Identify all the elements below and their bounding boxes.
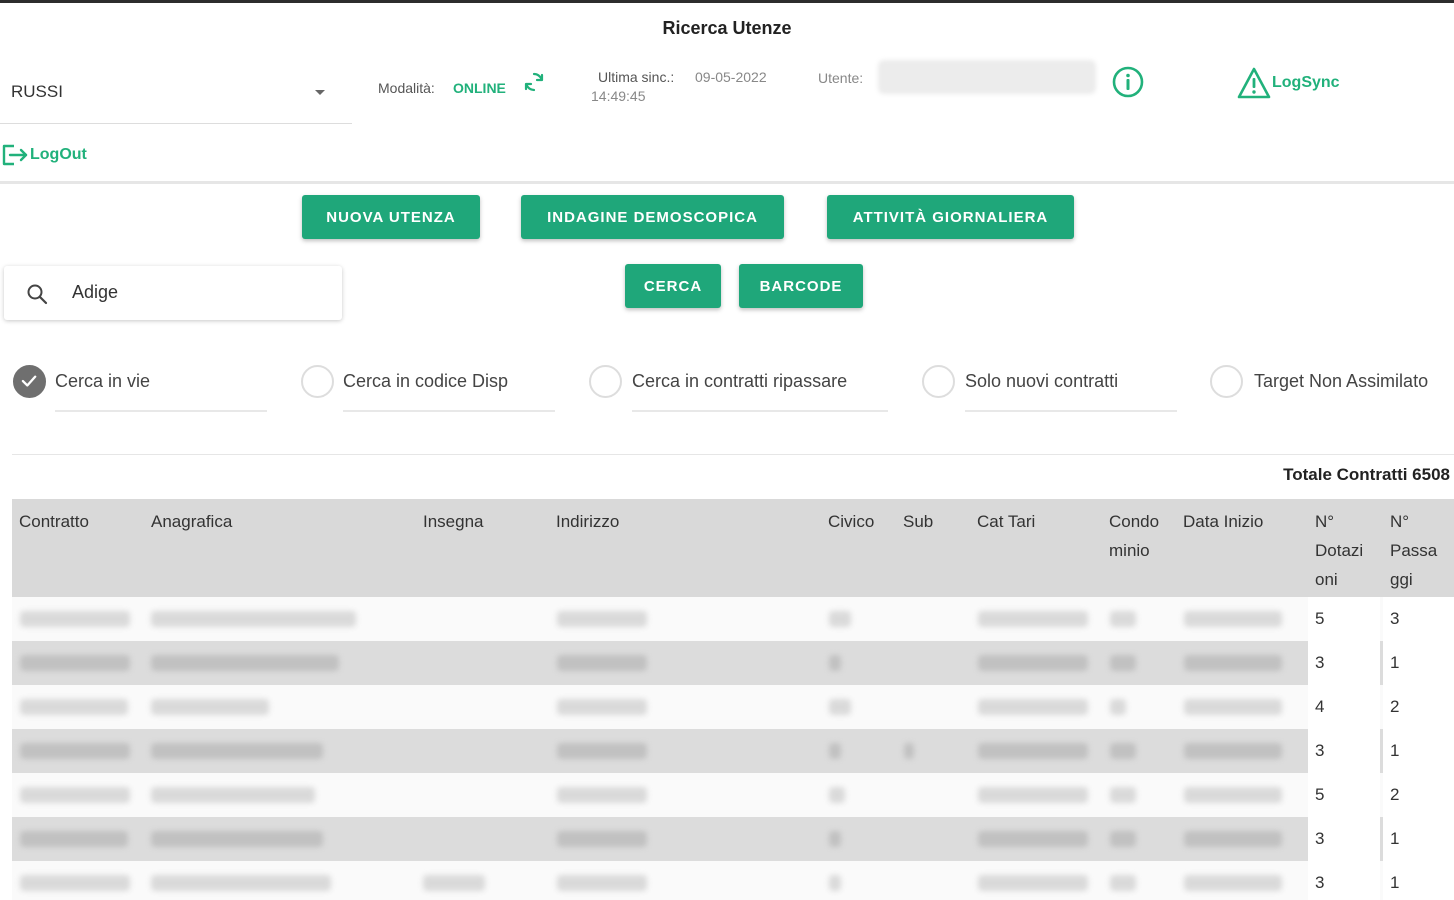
last-sync-time: 14:49:45 [591, 88, 646, 104]
table-row[interactable]: 3 1 [12, 817, 1454, 861]
column-header: N° Dotazi oni [1315, 512, 1364, 589]
filter-underline [55, 410, 267, 412]
column-header: Civico [828, 512, 875, 531]
table-row[interactable]: 3 1 [12, 641, 1454, 685]
daily-activity-button[interactable]: ATTIVITÀ GIORNALIERA [827, 195, 1074, 239]
header-divider [0, 181, 1454, 184]
column-header: N° Passa ggi [1390, 512, 1438, 589]
logsync-label: LogSync [1272, 74, 1340, 91]
dotazioni-cell: 3 [1308, 729, 1380, 773]
filter-revisit-contracts[interactable]: Cerca in contratti ripassare [589, 362, 899, 412]
mode-status: ONLINE [453, 80, 506, 96]
passaggi-cell: 1 [1383, 729, 1454, 773]
logout-label: LogOut [30, 146, 87, 163]
column-header: Insegna [423, 512, 484, 531]
column-header: Data Inizio [1183, 512, 1264, 531]
filter-underline [965, 410, 1177, 412]
top-border [0, 0, 1454, 3]
column-header: Condo minio [1109, 512, 1160, 560]
radio-unchecked[interactable] [589, 365, 622, 398]
passaggi-cell: 1 [1383, 817, 1454, 861]
check-icon [21, 375, 37, 387]
logsync-button[interactable]: LogSync [1236, 65, 1340, 101]
radio-unchecked[interactable] [301, 365, 334, 398]
dotazioni-cell: 3 [1308, 861, 1380, 900]
zone-select[interactable]: RUSSI [0, 70, 352, 124]
search-icon [27, 284, 48, 305]
table-row[interactable]: 3 1 [12, 861, 1454, 900]
radio-unchecked[interactable] [1210, 365, 1243, 398]
dotazioni-cell: 5 [1308, 597, 1380, 641]
filter-underline [343, 410, 555, 412]
table-row[interactable]: 5 3 [12, 597, 1454, 641]
filter-street[interactable]: Cerca in vie [13, 362, 273, 412]
logout-button[interactable]: LogOut [0, 140, 87, 170]
logout-icon [2, 144, 28, 166]
page-title: Ricerca Utenze [662, 18, 792, 38]
passaggi-cell: 3 [1383, 597, 1454, 641]
search-button[interactable]: CERCA [625, 264, 721, 308]
filter-label: Target Non Assimilato [1254, 371, 1429, 391]
dotazioni-cell: 5 [1308, 773, 1380, 817]
barcode-button[interactable]: BARCODE [739, 264, 863, 308]
last-sync-label: Ultima sinc.: [598, 69, 675, 85]
dotazioni-cell: 3 [1308, 641, 1380, 685]
search-field[interactable]: Adige [4, 266, 342, 320]
total-contracts: Totale Contratti 6508 [1283, 465, 1450, 484]
warning-icon [1237, 67, 1271, 99]
search-input[interactable]: Adige [72, 282, 118, 303]
zone-select-value: RUSSI [11, 82, 63, 101]
radio-checked[interactable] [13, 365, 46, 398]
filter-disp-code[interactable]: Cerca in codice Disp [301, 362, 561, 412]
column-header: Anagrafica [151, 512, 233, 531]
filter-label: Cerca in vie [55, 371, 151, 391]
column-header: Contratto [19, 512, 89, 531]
dotazioni-cell: 3 [1308, 817, 1380, 861]
table-row[interactable]: 3 1 [12, 729, 1454, 773]
mode-label: Modalità: [378, 80, 435, 96]
sync-icon[interactable] [522, 70, 546, 94]
column-header: Indirizzo [556, 512, 620, 531]
table-header: Contratto Anagrafica Insegna Indirizzo C… [12, 499, 1454, 597]
new-user-button[interactable]: NUOVA UTENZA [302, 195, 480, 239]
column-header: Cat Tari [977, 512, 1036, 531]
passaggi-cell: 1 [1383, 641, 1454, 685]
column-header: Sub [903, 512, 934, 531]
info-icon[interactable] [1111, 65, 1145, 99]
filter-new-contracts[interactable]: Solo nuovi contratti [922, 362, 1182, 412]
passaggi-cell: 2 [1383, 773, 1454, 817]
passaggi-cell: 2 [1383, 685, 1454, 729]
radio-unchecked[interactable] [922, 365, 955, 398]
filter-label: Cerca in contratti ripassare [632, 371, 848, 391]
filter-label: Solo nuovi contratti [965, 371, 1119, 391]
user-name-redacted [878, 60, 1096, 94]
last-sync-date: 09-05-2022 [695, 69, 767, 85]
filter-label: Cerca in codice Disp [343, 371, 509, 391]
dotazioni-cell: 4 [1308, 685, 1380, 729]
table-row[interactable]: 4 2 [12, 685, 1454, 729]
filter-underline [632, 410, 888, 412]
survey-button[interactable]: INDAGINE DEMOSCOPICA [521, 195, 784, 239]
dropdown-caret-icon[interactable] [315, 90, 325, 95]
table-row[interactable]: 5 2 [12, 773, 1454, 817]
passaggi-cell: 1 [1383, 861, 1454, 900]
user-label: Utente: [818, 70, 864, 86]
contracts-table: Totale Contratti 6508 Contratto Anagrafi… [12, 454, 1454, 900]
filter-target-not-assimilated[interactable]: Target Non Assimilato [1210, 362, 1454, 412]
